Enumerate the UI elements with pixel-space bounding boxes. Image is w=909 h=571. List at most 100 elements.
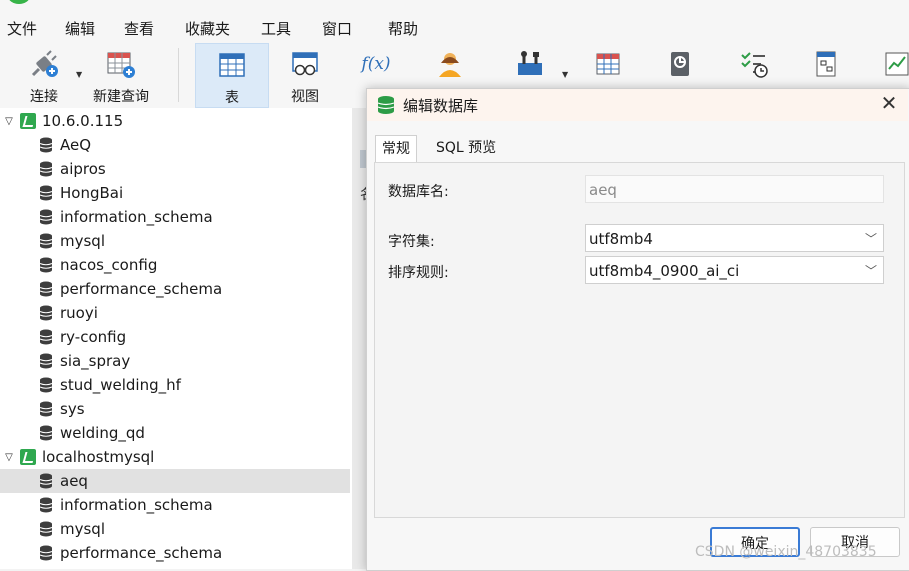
function-glyph: f(x) bbox=[361, 54, 391, 74]
database-name: information_schema bbox=[60, 208, 213, 226]
menu-window[interactable]: 窗口 bbox=[322, 18, 352, 39]
database-icon bbox=[39, 305, 53, 321]
tree-database[interactable]: welding_qd bbox=[0, 421, 350, 445]
connect-dropdown-icon[interactable]: ▼ bbox=[76, 70, 82, 79]
database-icon bbox=[39, 377, 53, 393]
tree-database[interactable]: aipros bbox=[0, 157, 350, 181]
tree-database[interactable]: performance_schema bbox=[0, 541, 350, 565]
charset-label: 字符集: bbox=[388, 234, 435, 250]
chevron-down-icon[interactable]: ▽ bbox=[1, 452, 17, 463]
menu-view[interactable]: 查看 bbox=[124, 18, 154, 39]
db-name-field: aeq bbox=[585, 175, 884, 203]
menu-help[interactable]: 帮助 bbox=[388, 18, 418, 39]
new-query-button[interactable]: 新建查询 bbox=[88, 43, 154, 106]
tree-database[interactable]: ruoyi bbox=[0, 301, 350, 325]
connection-tree: ▽ 10.6.0.115 AeQ aipros HongBai information_s… bbox=[0, 108, 352, 569]
table-button[interactable]: 表 bbox=[195, 43, 269, 108]
database-name: mysql bbox=[60, 520, 105, 538]
database-name: sia_spray bbox=[60, 352, 131, 370]
tree-database[interactable]: performance_schema bbox=[0, 277, 350, 301]
general-panel bbox=[374, 162, 905, 518]
backup-icon bbox=[664, 48, 696, 80]
database-icon bbox=[376, 95, 396, 115]
checklist-clock-icon bbox=[738, 48, 770, 80]
tree-database[interactable]: information_schema bbox=[0, 205, 350, 229]
database-name: performance_schema bbox=[60, 280, 223, 298]
connect-button[interactable]: 连接 bbox=[14, 43, 74, 106]
database-name: AeQ bbox=[60, 136, 92, 154]
database-name: ruoyi bbox=[60, 304, 98, 322]
collation-value: utf8mb4_0900_ai_ci bbox=[589, 262, 740, 280]
database-icon bbox=[39, 545, 53, 561]
chevron-down-icon: ﹀ bbox=[864, 232, 877, 246]
tree-database[interactable]: stud_welding_hf bbox=[0, 373, 350, 397]
tree-database[interactable]: ry-config bbox=[0, 325, 350, 349]
user-icon bbox=[434, 48, 466, 80]
close-icon[interactable]: ✕ bbox=[878, 92, 900, 114]
menu-file[interactable]: 文件 bbox=[7, 18, 37, 39]
toolbar-separator bbox=[178, 48, 179, 102]
database-icon bbox=[39, 329, 53, 345]
table-label: 表 bbox=[225, 90, 239, 106]
database-icon bbox=[39, 233, 53, 249]
tree-connection[interactable]: ▽ 10.6.0.115 bbox=[0, 109, 350, 133]
tree-database[interactable]: sys bbox=[0, 397, 350, 421]
tree-database[interactable]: mysql bbox=[0, 517, 350, 541]
connection-name: 10.6.0.115 bbox=[42, 112, 124, 130]
database-name: information_schema bbox=[60, 496, 213, 514]
db-name-label: 数据库名: bbox=[388, 184, 449, 200]
database-name: aeq bbox=[60, 472, 88, 490]
view-icon bbox=[289, 48, 321, 80]
view-label: 视图 bbox=[291, 89, 319, 105]
table-grid-icon bbox=[592, 48, 624, 80]
database-icon bbox=[39, 521, 53, 537]
tree-database[interactable]: nacos_config bbox=[0, 253, 350, 277]
database-icon bbox=[39, 281, 53, 297]
database-icon bbox=[39, 353, 53, 369]
tree-database[interactable]: sia_spray bbox=[0, 349, 350, 373]
tree-database[interactable]: mysql bbox=[0, 229, 350, 253]
collation-select[interactable]: utf8mb4_0900_ai_ci ﹀ bbox=[585, 256, 884, 284]
charset-select[interactable]: utf8mb4 ﹀ bbox=[585, 224, 884, 252]
tab-sql-preview[interactable]: SQL 预览 bbox=[430, 135, 502, 161]
connect-label: 连接 bbox=[30, 89, 58, 105]
database-name: sys bbox=[60, 400, 85, 418]
function-icon: f(x) bbox=[360, 48, 392, 80]
tree-database[interactable]: aeq bbox=[0, 469, 350, 493]
tree-database[interactable]: HongBai bbox=[0, 181, 350, 205]
tree-database[interactable]: AeQ bbox=[0, 133, 350, 157]
connection-name: localhostmysql bbox=[42, 448, 155, 466]
database-icon bbox=[39, 185, 53, 201]
chevron-down-icon[interactable]: ▽ bbox=[1, 116, 17, 127]
database-name: performance_schema bbox=[60, 544, 223, 562]
menu-edit[interactable]: 编辑 bbox=[65, 18, 95, 39]
database-icon bbox=[39, 425, 53, 441]
database-name: welding_qd bbox=[60, 424, 145, 442]
collation-label: 排序规则: bbox=[388, 265, 449, 281]
watermark-text: CSDN @weixin_48703835 bbox=[695, 544, 877, 560]
database-icon bbox=[39, 257, 53, 273]
plug-icon bbox=[28, 48, 60, 80]
database-name: HongBai bbox=[60, 184, 124, 202]
tools-icon bbox=[514, 48, 546, 80]
database-icon bbox=[39, 401, 53, 417]
database-icon bbox=[39, 497, 53, 513]
database-icon bbox=[39, 473, 53, 489]
connection-icon bbox=[20, 113, 36, 129]
new-query-label: 新建查询 bbox=[93, 89, 149, 105]
chart-icon bbox=[881, 48, 909, 80]
connection-icon bbox=[20, 449, 36, 465]
model-icon bbox=[810, 48, 842, 80]
tree-database[interactable]: information_schema bbox=[0, 493, 350, 517]
view-button[interactable]: 视图 bbox=[276, 43, 334, 106]
tab-general[interactable]: 常规 bbox=[375, 135, 417, 162]
charset-value: utf8mb4 bbox=[589, 230, 653, 248]
tree-connection[interactable]: ▽ localhostmysql bbox=[0, 445, 350, 469]
new-query-icon bbox=[105, 48, 137, 80]
menu-favorites[interactable]: 收藏夹 bbox=[185, 18, 230, 39]
tools-dropdown-icon[interactable]: ▼ bbox=[562, 70, 568, 79]
database-icon bbox=[39, 161, 53, 177]
menu-tools[interactable]: 工具 bbox=[261, 18, 291, 39]
database-icon bbox=[39, 209, 53, 225]
database-icon bbox=[39, 137, 53, 153]
